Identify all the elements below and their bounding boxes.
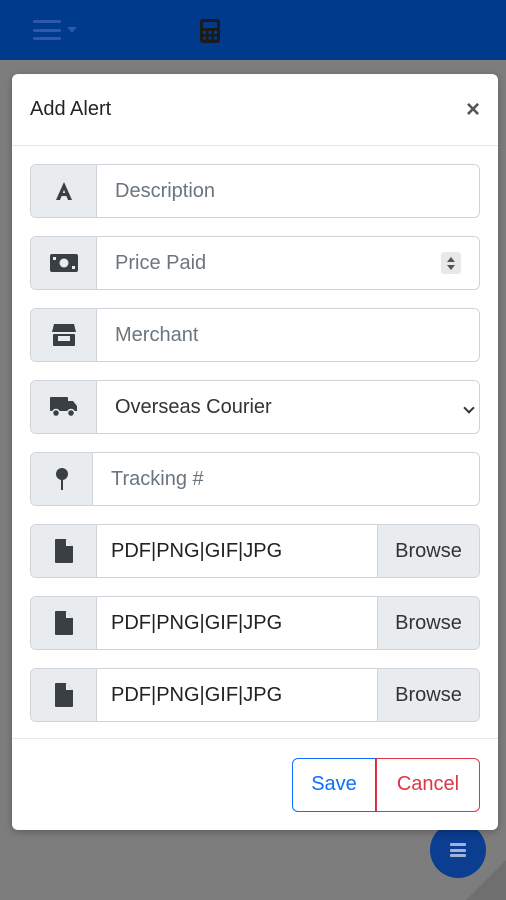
money-bill-icon (49, 254, 78, 272)
add-alert-modal: Add Alert × Description Price Paid Merch… (12, 74, 498, 830)
file-icon (54, 539, 73, 563)
merchant-input[interactable]: Merchant (97, 309, 479, 361)
map-pin-icon (55, 468, 68, 490)
file-addon-1 (31, 525, 97, 577)
tracking-group: Tracking # (30, 452, 480, 506)
file-addon-2 (31, 597, 97, 649)
price-paid-addon (31, 237, 97, 289)
spin-up-icon (447, 256, 455, 262)
browse-button-3[interactable]: Browse (377, 669, 479, 721)
spin-down-icon (447, 264, 455, 270)
description-group: Description (30, 164, 480, 218)
modal-body: Description Price Paid Merchant Overseas… (12, 146, 498, 722)
truck-icon (49, 397, 77, 418)
tracking-addon (31, 453, 93, 505)
top-navbar (0, 0, 506, 60)
shipping-addon (31, 381, 97, 433)
file-input-3[interactable]: PDF|PNG|GIF|JPG (97, 669, 377, 721)
close-button[interactable]: × (466, 97, 480, 122)
shipping-select[interactable]: Overseas Courier (97, 381, 479, 433)
browse-button-1[interactable]: Browse (377, 525, 479, 577)
merchant-addon (31, 309, 97, 361)
caret-down-icon (67, 27, 77, 33)
cancel-button[interactable]: Cancel (376, 757, 480, 812)
description-input[interactable]: Description (97, 165, 479, 217)
file-group-3: PDF|PNG|GIF|JPG Browse (30, 668, 480, 722)
action-button-group: Save Cancel (292, 757, 480, 812)
file-input-1[interactable]: PDF|PNG|GIF|JPG (97, 525, 377, 577)
browse-button-2[interactable]: Browse (377, 597, 479, 649)
fab-menu-button[interactable] (430, 822, 486, 878)
file-icon (54, 683, 73, 707)
shipping-selected-value: Overseas Courier (115, 395, 272, 418)
file-input-2[interactable]: PDF|PNG|GIF|JPG (97, 597, 377, 649)
file-addon-3 (31, 669, 97, 721)
file-icon (54, 611, 73, 635)
file-group-2: PDF|PNG|GIF|JPG Browse (30, 596, 480, 650)
merchant-group: Merchant (30, 308, 480, 362)
store-icon (51, 324, 76, 346)
shipping-group: Overseas Courier (30, 380, 480, 434)
price-paid-input[interactable]: Price Paid (97, 237, 479, 289)
description-addon (31, 165, 97, 217)
modal-title: Add Alert (30, 98, 112, 120)
modal-footer: Save Cancel (12, 738, 498, 830)
tracking-input[interactable]: Tracking # (93, 453, 479, 505)
chevron-down-icon (463, 402, 475, 414)
menu-icon (450, 843, 466, 857)
hamburger-icon (33, 20, 61, 40)
price-paid-group: Price Paid (30, 236, 480, 290)
font-icon (55, 182, 72, 200)
save-button[interactable]: Save (292, 757, 376, 812)
modal-header: Add Alert × (12, 74, 498, 146)
calculator-icon[interactable] (198, 18, 222, 44)
nav-menu-button[interactable] (10, 6, 100, 54)
number-spinner[interactable] (441, 252, 461, 274)
file-group-1: PDF|PNG|GIF|JPG Browse (30, 524, 480, 578)
